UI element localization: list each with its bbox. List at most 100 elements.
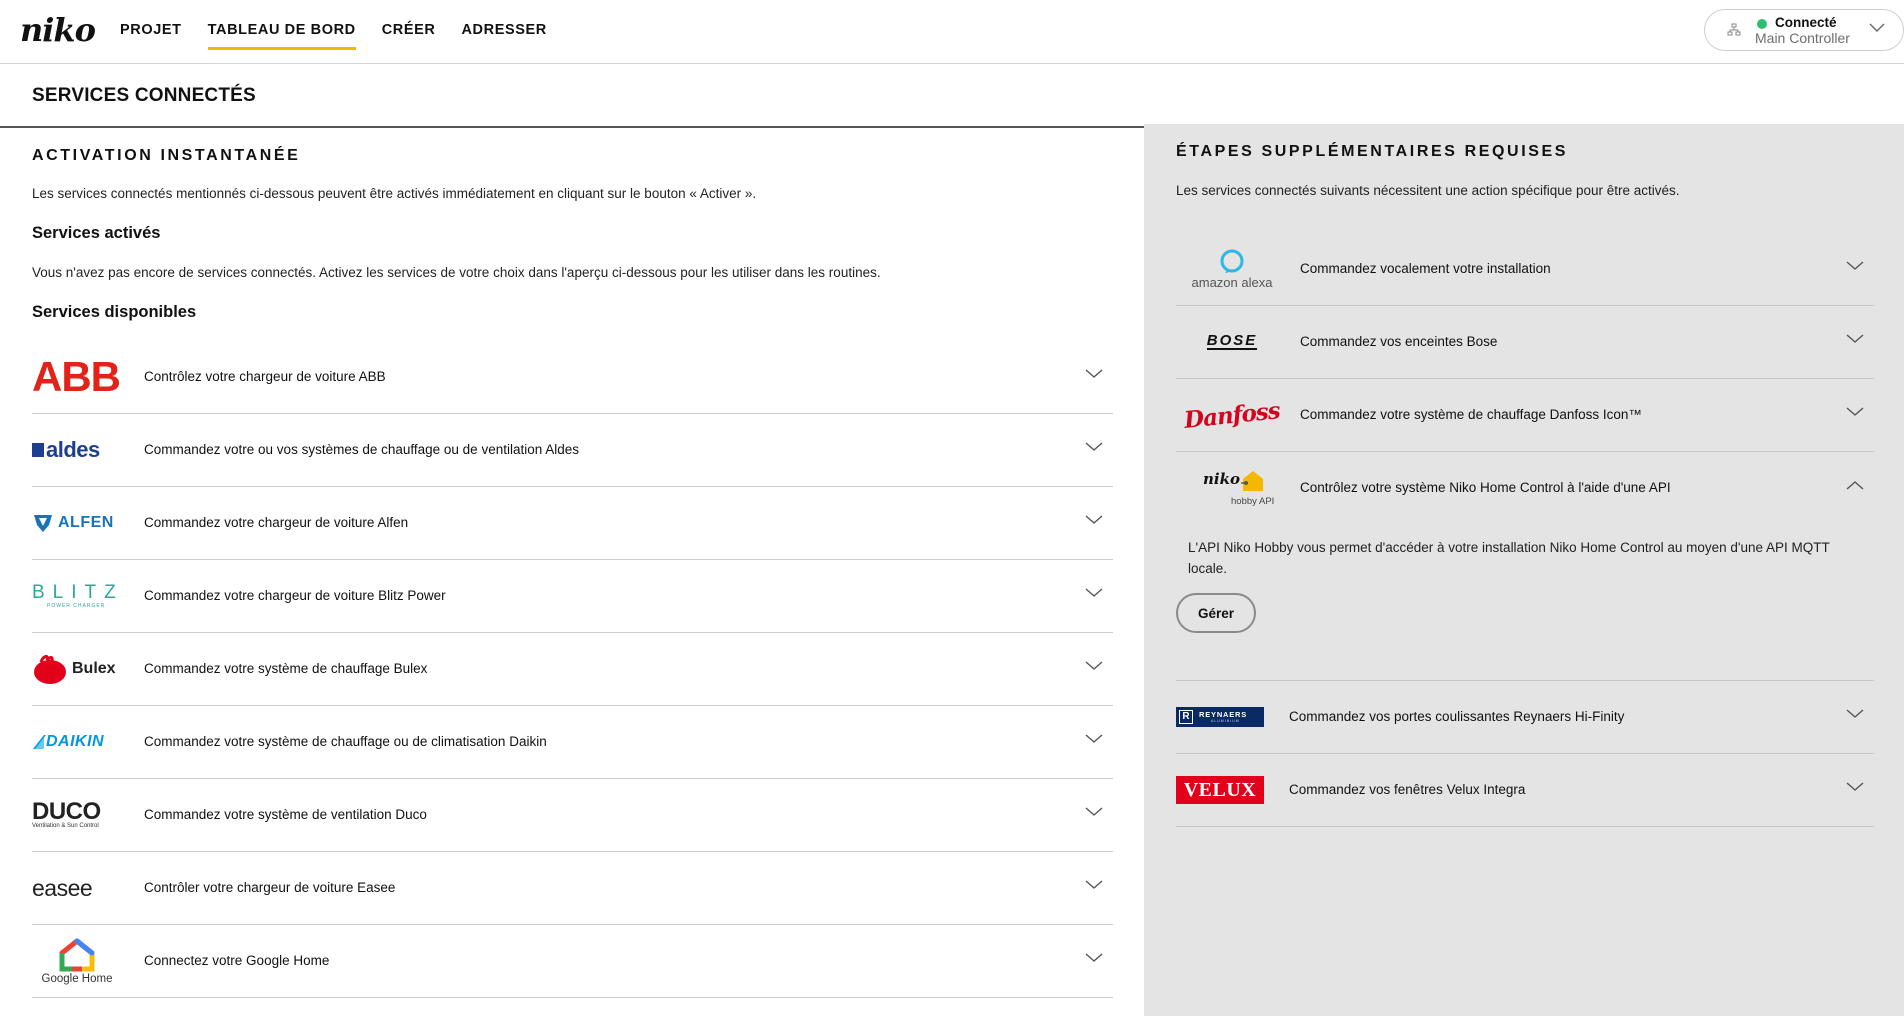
chevron-down-icon[interactable] — [1846, 782, 1864, 792]
service-row-niko-hobby-api[interactable]: niko hobby API Contrôlez votre système N… — [1176, 452, 1874, 525]
manage-button[interactable]: Gérer — [1176, 593, 1256, 633]
chevron-down-icon — [1869, 23, 1885, 33]
service-row-bulex[interactable]: Bulex Commandez votre système de chauffa… — [32, 633, 1113, 706]
nav-adresser[interactable]: ADRESSER — [461, 0, 546, 64]
chevron-down-icon[interactable] — [1085, 442, 1103, 452]
chevron-down-icon[interactable] — [1085, 588, 1103, 598]
service-row-alexa[interactable]: amazon alexa Commandez vocalement votre … — [1176, 233, 1874, 306]
service-row-easee[interactable]: easee Contrôler votre chargeur de voitur… — [32, 852, 1113, 925]
reynaers-logo-box: R REYNAERS ALUMINIUM — [1176, 707, 1264, 727]
blitz-logo-sub: POWER CHARGER — [47, 603, 106, 609]
service-label: Commandez votre ou vos systèmes de chauf… — [144, 442, 580, 457]
chevron-down-icon[interactable] — [1085, 807, 1103, 817]
main-nav: PROJET TABLEAU DE BORD CRÉER ADRESSER — [120, 0, 573, 64]
controller-name: Main Controller — [1755, 30, 1850, 46]
google-home-logo: Google Home — [32, 925, 122, 997]
service-label: Commandez votre système de ventilation D… — [144, 807, 427, 822]
extra-services-list: amazon alexa Commandez vocalement votre … — [1176, 233, 1874, 827]
aldes-logo-text: aldes — [46, 437, 100, 462]
daikin-logo-text: DAIKIN — [46, 733, 105, 750]
reynaers-logo-text: REYNAERS — [1199, 709, 1248, 719]
service-label: Commandez vos enceintes Bose — [1300, 334, 1498, 349]
alfen-shield-icon — [34, 515, 52, 532]
daikin-mark-icon — [33, 735, 46, 749]
service-label: Contrôlez votre chargeur de voiture ABB — [144, 369, 386, 384]
chevron-up-icon[interactable] — [1846, 480, 1864, 490]
bulex-flame-icon — [34, 654, 66, 684]
service-label: Commandez vos fenêtres Velux Integra — [1289, 782, 1526, 797]
service-row-blitz[interactable]: BLITZ POWER CHARGER Commandez votre char… — [32, 560, 1113, 633]
aldes-mark-icon — [32, 443, 44, 457]
velux-logo-box: VELUX — [1176, 776, 1264, 804]
reynaers-logo-texts: REYNAERS ALUMINIUM — [1199, 709, 1248, 724]
bulex-logo: Bulex — [32, 633, 132, 705]
service-row-alfen[interactable]: ALFEN Commandez votre chargeur de voitur… — [32, 487, 1113, 560]
easee-logo: easee — [32, 852, 132, 924]
bulex-logo-text: Bulex — [72, 660, 116, 677]
alexa-logo-text: amazon alexa — [1191, 275, 1273, 290]
top-bar: niko PROJET TABLEAU DE BORD CRÉER ADRESS… — [0, 0, 1904, 64]
service-row-bose[interactable]: BOSE Commandez vos enceintes Bose — [1176, 306, 1874, 379]
blitz-logo-text: BLITZ — [32, 582, 124, 603]
chevron-down-icon[interactable] — [1085, 953, 1103, 963]
easee-logo-text: easee — [32, 874, 93, 901]
service-row-daikin[interactable]: DAIKIN Commandez votre système de chauff… — [32, 706, 1113, 779]
nav-tableau-de-bord[interactable]: TABLEAU DE BORD — [207, 0, 356, 64]
service-row-abb[interactable]: ABB Contrôlez votre chargeur de voiture … — [32, 341, 1113, 414]
service-row-duco[interactable]: DUCO Ventilation & Sun Control Commandez… — [32, 779, 1113, 852]
alfen-logo: ALFEN — [32, 487, 132, 559]
reynaers-logo: R REYNAERS ALUMINIUM — [1176, 681, 1286, 753]
chevron-down-icon[interactable] — [1085, 880, 1103, 890]
service-label: Contrôler votre chargeur de voiture Ease… — [144, 880, 396, 895]
chevron-down-icon[interactable] — [1085, 369, 1103, 379]
niko-hobby-api-details: L'API Niko Hobby vous permet d'accéder à… — [1176, 525, 1874, 681]
status-dot — [1757, 19, 1767, 29]
controller-selector[interactable]: Connecté Main Controller — [1704, 9, 1904, 51]
chevron-down-icon[interactable] — [1085, 734, 1103, 744]
service-label: Commandez votre système de chauffage ou … — [144, 734, 547, 749]
hobby-house-icon — [1241, 469, 1265, 493]
service-label: Contrôlez votre système Niko Home Contro… — [1300, 480, 1671, 495]
duco-logo: DUCO Ventilation & Sun Control — [32, 779, 132, 851]
chevron-down-icon[interactable] — [1846, 334, 1864, 344]
velux-logo: VELUX — [1176, 754, 1286, 826]
bose-logo-text: BOSE — [1206, 332, 1258, 350]
niko-logo[interactable]: niko — [20, 11, 96, 49]
niko-hobby-api-logo: niko hobby API — [1176, 452, 1288, 524]
service-label: Commandez votre système de chauffage Bul… — [144, 661, 428, 676]
bose-logo: BOSE — [1176, 306, 1288, 378]
abb-logo-text: ABB — [32, 353, 121, 400]
velux-logo-text: VELUX — [1183, 778, 1257, 801]
chevron-down-icon[interactable] — [1846, 261, 1864, 271]
chevron-down-icon[interactable] — [1846, 407, 1864, 417]
niko-hobby-logo-group: niko hobby API — [1189, 466, 1275, 510]
nav-projet[interactable]: PROJET — [120, 0, 182, 64]
alexa-ring-icon — [1220, 249, 1244, 273]
service-label: Commandez votre chargeur de voiture Blit… — [144, 588, 446, 603]
google-home-icon — [59, 938, 95, 971]
niko-hobby-logo-text: niko — [1203, 470, 1241, 488]
service-label: Commandez votre chargeur de voiture Alfe… — [144, 515, 409, 530]
niko-hobby-logo-sub: hobby API — [1231, 496, 1275, 507]
aldes-logo: aldes — [32, 414, 132, 486]
abb-logo: ABB — [32, 341, 132, 413]
reynaers-r-icon: R — [1179, 710, 1193, 724]
service-row-danfoss[interactable]: Danfoss Commandez votre système de chauf… — [1176, 379, 1874, 452]
service-row-velux[interactable]: VELUX Commandez vos fenêtres Velux Integ… — [1176, 754, 1874, 827]
alfen-logo-text: ALFEN — [58, 514, 114, 531]
service-label: Commandez vocalement votre installation — [1300, 261, 1551, 276]
service-row-google-home[interactable]: Google Home Connectez votre Google Home — [32, 925, 1113, 998]
chevron-down-icon[interactable] — [1085, 515, 1103, 525]
chevron-down-icon[interactable] — [1085, 661, 1103, 671]
chevron-down-icon[interactable] — [1846, 709, 1864, 719]
service-row-aldes[interactable]: aldes Commandez votre ou vos systèmes de… — [32, 414, 1113, 487]
controller-status: Connecté — [1775, 15, 1837, 30]
nav-creer[interactable]: CRÉER — [382, 0, 436, 64]
danfoss-logo-text: Danfoss — [1182, 396, 1281, 434]
service-row-reynaers[interactable]: R REYNAERS ALUMINIUM Commandez vos porte… — [1176, 681, 1874, 754]
instant-description: Les services connectés mentionnés ci-des… — [32, 186, 757, 201]
network-icon — [1727, 23, 1741, 37]
instant-activation-section: ACTIVATION INSTANTANÉE Les services conn… — [0, 128, 1144, 1016]
extra-description: Les services connectés suivants nécessit… — [1176, 183, 1680, 198]
activated-heading: Services activés — [32, 224, 161, 242]
